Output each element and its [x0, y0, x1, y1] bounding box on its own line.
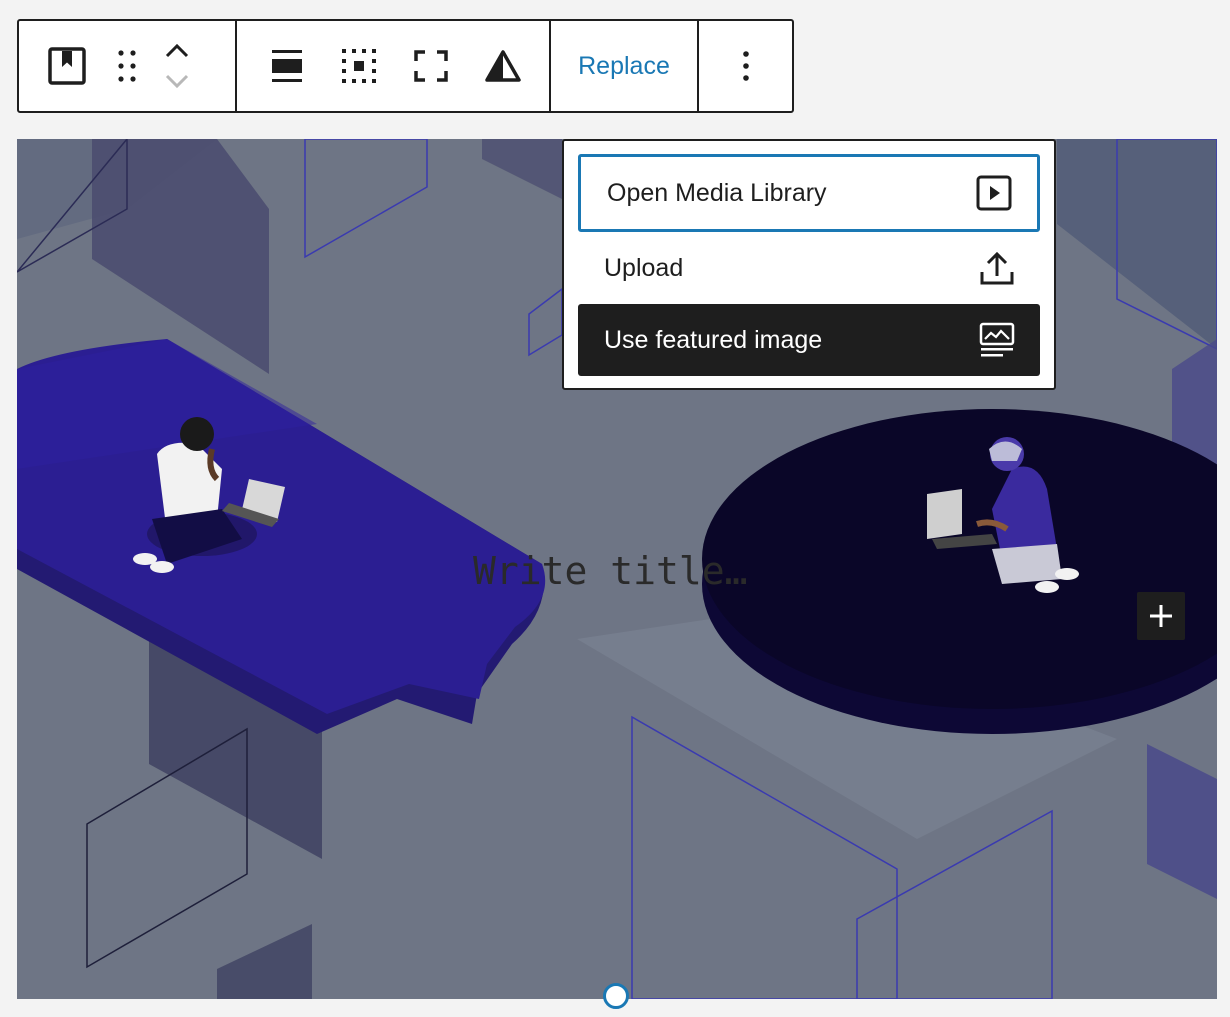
- replace-dropdown-menu: Open Media Library Upload Use featured i…: [562, 139, 1056, 390]
- more-options-icon: [742, 50, 750, 82]
- content-position-icon: [341, 48, 377, 84]
- align-button[interactable]: [251, 30, 323, 102]
- block-mover: [151, 30, 203, 102]
- duotone-icon: [485, 50, 521, 82]
- move-up-icon[interactable]: [164, 42, 190, 60]
- block-inserter-button[interactable]: [1137, 592, 1185, 640]
- menu-item-upload[interactable]: Upload: [578, 232, 1040, 304]
- cover-resize-handle[interactable]: [603, 983, 629, 1009]
- toolbar-group-more: [699, 21, 792, 111]
- upload-icon: [978, 249, 1016, 287]
- duotone-button[interactable]: [467, 30, 539, 102]
- menu-item-label: Open Media Library: [607, 179, 827, 208]
- align-icon: [271, 49, 303, 83]
- menu-item-label: Upload: [604, 254, 683, 283]
- cover-block-icon: [47, 46, 87, 86]
- cover-title-placeholder[interactable]: Write title…: [473, 549, 748, 593]
- drag-handle[interactable]: [103, 30, 151, 102]
- full-height-icon: [414, 50, 448, 82]
- move-down-icon[interactable]: [164, 72, 190, 90]
- cover-block-button[interactable]: [31, 30, 103, 102]
- menu-item-label: Use featured image: [604, 326, 822, 355]
- menu-item-use-featured-image[interactable]: Use featured image: [578, 304, 1040, 376]
- toolbar-group-block: [19, 21, 237, 111]
- menu-item-open-media-library[interactable]: Open Media Library: [578, 154, 1040, 232]
- plus-icon: [1148, 603, 1174, 629]
- toolbar-group-replace: Replace: [551, 21, 699, 111]
- toolbar-group-layout: [237, 21, 551, 111]
- content-position-button[interactable]: [323, 30, 395, 102]
- drag-handle-icon: [117, 49, 137, 83]
- featured-image-icon: [978, 321, 1016, 359]
- media-library-icon: [975, 174, 1013, 212]
- replace-button[interactable]: Replace: [578, 52, 670, 81]
- more-options-button[interactable]: [710, 30, 782, 102]
- full-height-button[interactable]: [395, 30, 467, 102]
- block-toolbar: Replace: [17, 19, 794, 113]
